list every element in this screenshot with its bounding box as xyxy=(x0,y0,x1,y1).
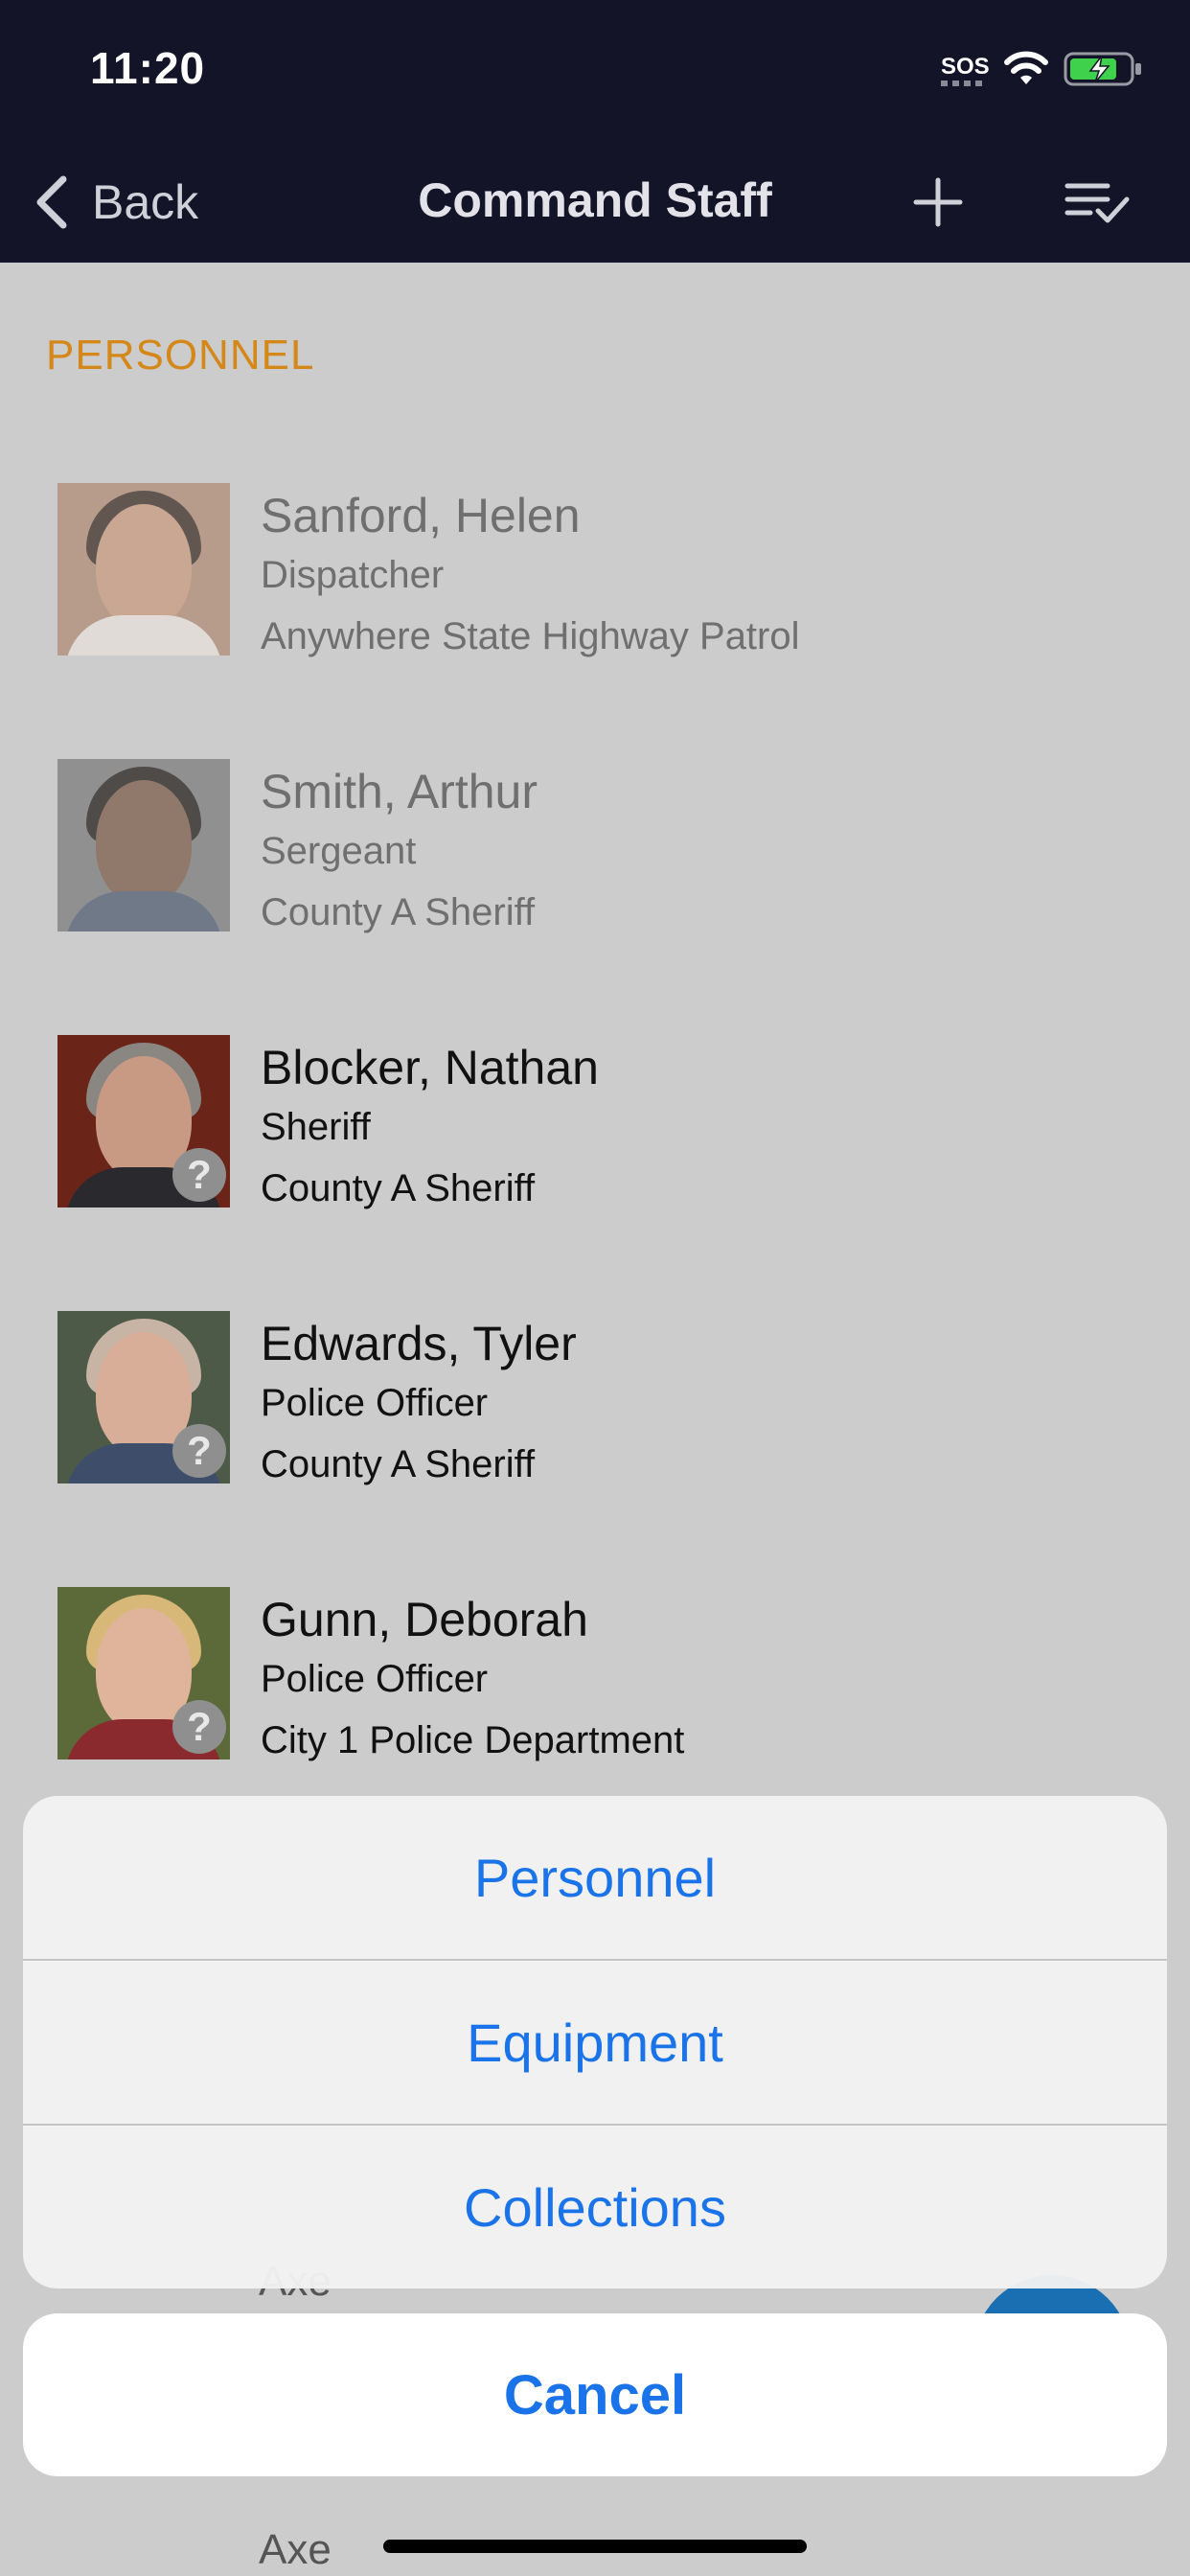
option-personnel[interactable]: Personnel xyxy=(23,1796,1167,1961)
avatar: ? xyxy=(57,1587,230,1760)
personnel-title: Police Officer xyxy=(261,1658,489,1700)
unknown-status-icon: ? xyxy=(172,1424,226,1478)
status-time: 11:20 xyxy=(90,43,206,93)
personnel-name: Blocker, Nathan xyxy=(261,1041,599,1094)
select-list-icon[interactable] xyxy=(1064,178,1131,226)
personnel-name: Smith, Arthur xyxy=(261,765,538,818)
action-sheet: Personnel Equipment Collections xyxy=(23,1796,1167,2288)
personnel-title: Sergeant xyxy=(261,830,417,872)
personnel-name: Sanford, Helen xyxy=(261,489,581,542)
option-equipment[interactable]: Equipment xyxy=(23,1961,1167,2126)
avatar: ? xyxy=(57,1311,230,1484)
home-indicator[interactable] xyxy=(383,2540,807,2553)
personnel-title: Police Officer xyxy=(261,1382,489,1424)
personnel-agency: City 1 Police Department xyxy=(261,1719,685,1761)
personnel-row[interactable]: ? Gunn, Deborah Police Officer City 1 Po… xyxy=(57,1587,1131,1761)
top-bar: 11:20 SOS Back Command Staff xyxy=(0,0,1190,263)
sos-indicator: SOS xyxy=(941,54,990,80)
personnel-name: Edwards, Tyler xyxy=(261,1317,577,1370)
avatar: ? xyxy=(57,1035,230,1208)
list-item-peek: Axe xyxy=(259,2526,332,2573)
personnel-title: Dispatcher xyxy=(261,554,445,596)
battery-icon xyxy=(1064,52,1141,86)
page-title: Command Staff xyxy=(418,173,772,227)
avatar xyxy=(57,759,230,932)
personnel-agency: County A Sheriff xyxy=(261,1443,536,1485)
personnel-agency: Anywhere State Highway Patrol xyxy=(261,615,800,657)
unknown-status-icon: ? xyxy=(172,1700,226,1754)
option-collections[interactable]: Collections xyxy=(23,2126,1167,2288)
personnel-row[interactable]: Smith, Arthur Sergeant County A Sheriff xyxy=(57,759,1131,933)
personnel-row[interactable]: ? Edwards, Tyler Police Officer County A… xyxy=(57,1311,1131,1485)
signal-dots-icon xyxy=(941,80,985,86)
personnel-row[interactable]: ? Blocker, Nathan Sheriff County A Sheri… xyxy=(57,1035,1131,1209)
avatar xyxy=(57,483,230,656)
add-icon[interactable] xyxy=(912,176,964,228)
section-header: PERSONNEL xyxy=(46,332,315,379)
cancel-button[interactable]: Cancel xyxy=(23,2313,1167,2476)
personnel-row[interactable]: Sanford, Helen Dispatcher Anywhere State… xyxy=(57,483,1131,657)
personnel-agency: County A Sheriff xyxy=(261,1167,536,1209)
personnel-agency: County A Sheriff xyxy=(261,891,536,933)
personnel-title: Sheriff xyxy=(261,1106,371,1148)
wifi-icon xyxy=(1004,51,1048,84)
unknown-status-icon: ? xyxy=(172,1148,226,1202)
personnel-name: Gunn, Deborah xyxy=(261,1593,588,1646)
